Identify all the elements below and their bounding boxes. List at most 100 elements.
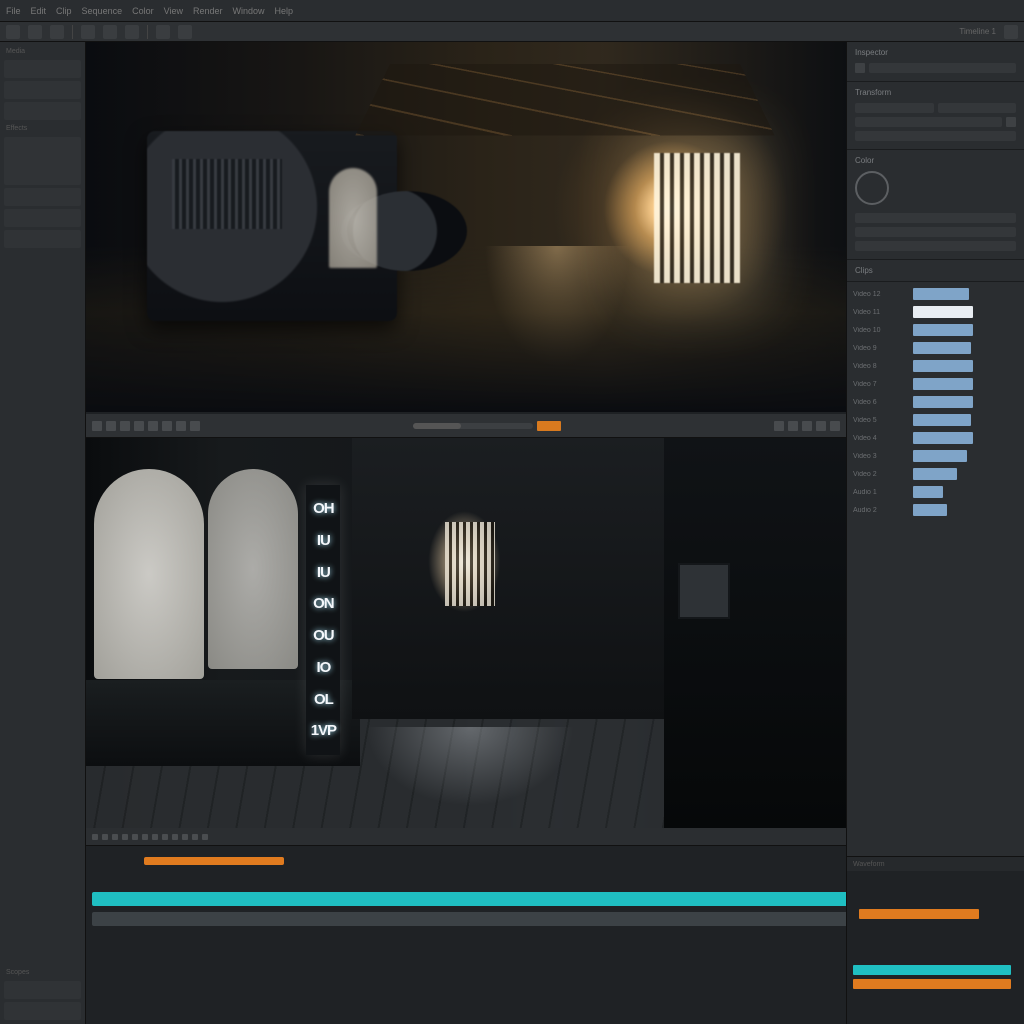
left-section-media[interactable]: Media bbox=[4, 46, 81, 57]
fullscreen-icon[interactable] bbox=[190, 421, 200, 431]
media-item[interactable] bbox=[4, 102, 81, 120]
layer-duration-bar[interactable] bbox=[913, 468, 957, 480]
timeline-clip[interactable] bbox=[92, 912, 846, 926]
media-browser[interactable] bbox=[4, 60, 81, 78]
center-area: OH IU IU ON OU IO OL 1VP bbox=[86, 42, 846, 1024]
layer-duration-bar[interactable] bbox=[913, 450, 967, 462]
menu-view[interactable]: View bbox=[164, 6, 183, 16]
time-ruler[interactable] bbox=[86, 828, 846, 846]
tool-snap[interactable] bbox=[156, 25, 170, 39]
effects-list[interactable] bbox=[4, 137, 81, 185]
viewer-settings-icon[interactable] bbox=[830, 421, 840, 431]
tool-move[interactable] bbox=[28, 25, 42, 39]
viewer-b[interactable]: OH IU IU ON OU IO OL 1VP bbox=[86, 438, 846, 828]
layer-item[interactable]: Video 7 bbox=[853, 376, 1018, 392]
layer-duration-bar[interactable] bbox=[913, 486, 943, 498]
effects-item[interactable] bbox=[4, 209, 81, 227]
position-y-field[interactable] bbox=[938, 103, 1017, 113]
scope-toggle[interactable] bbox=[4, 1002, 81, 1020]
color-wheel[interactable] bbox=[855, 171, 889, 205]
play-icon[interactable] bbox=[120, 421, 130, 431]
layer-duration-bar[interactable] bbox=[913, 396, 973, 408]
timeline-track[interactable] bbox=[86, 852, 846, 870]
grid-icon[interactable] bbox=[802, 421, 812, 431]
step-fwd-icon[interactable] bbox=[134, 421, 144, 431]
link-icon[interactable] bbox=[1006, 117, 1016, 127]
left-section-effects[interactable]: Effects bbox=[4, 123, 81, 134]
tool-ripple[interactable] bbox=[178, 25, 192, 39]
timeline-track[interactable] bbox=[86, 910, 846, 928]
timeline-clip[interactable] bbox=[92, 892, 846, 906]
layer-item[interactable]: Video 3 bbox=[853, 448, 1018, 464]
media-item[interactable] bbox=[4, 81, 81, 99]
loop-icon[interactable] bbox=[162, 421, 172, 431]
mini-timeline-tracks[interactable] bbox=[847, 871, 1024, 1024]
layer-item[interactable]: Video 11 bbox=[853, 304, 1018, 320]
tool-blade[interactable] bbox=[50, 25, 64, 39]
layer-item[interactable]: Video 10 bbox=[853, 322, 1018, 338]
mini-timeline-clip[interactable] bbox=[853, 979, 1011, 989]
layer-duration-bar[interactable] bbox=[913, 324, 973, 336]
layer-item[interactable]: Video 5 bbox=[853, 412, 1018, 428]
timeline-tracks[interactable] bbox=[86, 846, 846, 1024]
menu-window[interactable]: Window bbox=[233, 6, 265, 16]
record-button[interactable] bbox=[537, 421, 561, 431]
mute-icon[interactable] bbox=[176, 421, 186, 431]
layer-duration-bar[interactable] bbox=[913, 288, 969, 300]
scope-toggle[interactable] bbox=[4, 981, 81, 999]
layer-label: Video 5 bbox=[853, 417, 907, 424]
viewer-a[interactable] bbox=[86, 42, 846, 412]
lift-field[interactable] bbox=[855, 213, 1016, 223]
layer-label: Video 2 bbox=[853, 471, 907, 478]
menu-render[interactable]: Render bbox=[193, 6, 223, 16]
layer-item[interactable]: Video 2 bbox=[853, 466, 1018, 482]
layer-item[interactable]: Video 12 bbox=[853, 286, 1018, 302]
layer-item[interactable]: Video 9 bbox=[853, 340, 1018, 356]
menu-clip[interactable]: Clip bbox=[56, 6, 72, 16]
layer-item[interactable]: Video 8 bbox=[853, 358, 1018, 374]
layer-duration-bar[interactable] bbox=[913, 342, 971, 354]
layer-duration-bar[interactable] bbox=[913, 306, 973, 318]
layer-duration-bar[interactable] bbox=[913, 414, 971, 426]
tool-link[interactable] bbox=[81, 25, 95, 39]
step-back-icon[interactable] bbox=[106, 421, 116, 431]
timeline-track[interactable] bbox=[86, 890, 846, 908]
layer-list[interactable]: Video 12 Video 11 Video 10 Video 9 Video 8 Vi… bbox=[847, 282, 1024, 856]
progress-slider[interactable] bbox=[413, 423, 533, 429]
layer-item[interactable]: Video 4 bbox=[853, 430, 1018, 446]
safe-area-icon[interactable] bbox=[816, 421, 826, 431]
mini-timeline-clip[interactable] bbox=[853, 965, 1011, 975]
mini-timeline-clip[interactable] bbox=[859, 909, 979, 919]
timeline-clip[interactable] bbox=[144, 857, 284, 865]
zoom-out-icon[interactable] bbox=[774, 421, 784, 431]
tool-mark-out[interactable] bbox=[125, 25, 139, 39]
layer-item[interactable]: Audio 1 bbox=[853, 484, 1018, 500]
go-start-icon[interactable] bbox=[92, 421, 102, 431]
menu-color[interactable]: Color bbox=[132, 6, 154, 16]
zoom-in-icon[interactable] bbox=[788, 421, 798, 431]
layer-duration-bar[interactable] bbox=[913, 378, 973, 390]
tool-select[interactable] bbox=[6, 25, 20, 39]
menu-edit[interactable]: Edit bbox=[31, 6, 47, 16]
menu-file[interactable]: File bbox=[6, 6, 21, 16]
layer-duration-bar[interactable] bbox=[913, 360, 973, 372]
settings-icon[interactable] bbox=[1004, 25, 1018, 39]
rotation-field[interactable] bbox=[855, 131, 1016, 141]
left-section-scopes[interactable]: Scopes bbox=[4, 967, 81, 978]
go-end-icon[interactable] bbox=[148, 421, 158, 431]
lock-icon[interactable] bbox=[855, 63, 865, 73]
position-x-field[interactable] bbox=[855, 103, 934, 113]
gain-field[interactable] bbox=[855, 241, 1016, 251]
menu-help[interactable]: Help bbox=[275, 6, 294, 16]
layer-duration-bar[interactable] bbox=[913, 432, 973, 444]
scale-field[interactable] bbox=[855, 117, 1002, 127]
layer-item[interactable]: Audio 2 bbox=[853, 502, 1018, 518]
effects-item[interactable] bbox=[4, 188, 81, 206]
layer-duration-bar[interactable] bbox=[913, 504, 947, 516]
tool-mark-in[interactable] bbox=[103, 25, 117, 39]
clip-name-field[interactable] bbox=[869, 63, 1016, 73]
gamma-field[interactable] bbox=[855, 227, 1016, 237]
effects-item[interactable] bbox=[4, 230, 81, 248]
menu-sequence[interactable]: Sequence bbox=[82, 6, 123, 16]
layer-item[interactable]: Video 6 bbox=[853, 394, 1018, 410]
